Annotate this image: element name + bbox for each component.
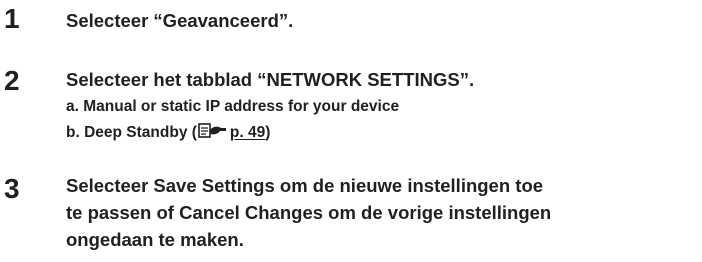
- page-reference-icon: [198, 123, 228, 145]
- step-text-line-1: Selecteer Save Settings om de nieuwe ins…: [66, 175, 544, 196]
- sub-item-b-label: b. Deep Standby (: [66, 124, 197, 141]
- sub-item-a: a. Manual or static IP address for your …: [66, 98, 400, 115]
- step-number: 2: [4, 65, 20, 96]
- step-text-line-3: ongedaan te maken.: [66, 229, 244, 250]
- step-text-line-2: te passen of Cancel Changes om de vorige…: [66, 202, 552, 223]
- step-text: Selecteer “Geavanceerd”.: [66, 10, 294, 31]
- page-reference-link[interactable]: p. 49: [230, 124, 265, 141]
- sub-item-b-suffix: ): [265, 124, 271, 141]
- sub-item-b: b. Deep Standby ( p. 49): [66, 123, 270, 145]
- step-text: Selecteer het tabblad “NETWORK SETTINGS”…: [66, 69, 475, 90]
- step-number: 3: [4, 173, 20, 204]
- step-number: 1: [4, 3, 20, 34]
